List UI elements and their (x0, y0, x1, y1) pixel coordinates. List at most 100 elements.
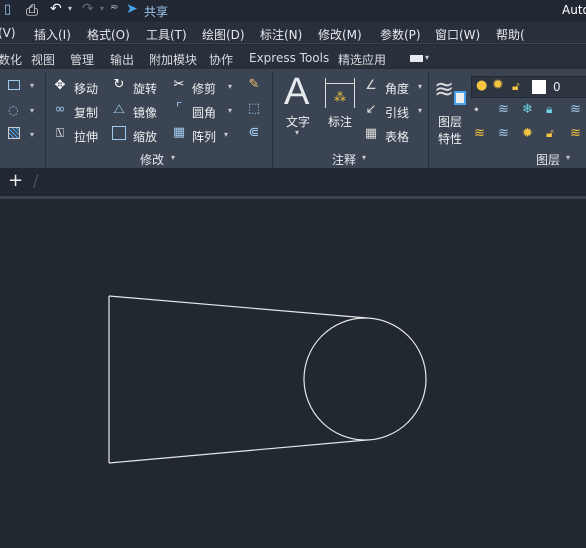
layer-on-icon[interactable]: ● (476, 78, 487, 93)
tab-manage[interactable]: 管理 (70, 51, 94, 68)
offset-icon[interactable]: ⋐ (246, 125, 262, 140)
open-icon[interactable]: ▯ (4, 2, 11, 17)
menu-format[interactable]: 格式(O) (87, 26, 130, 43)
menu-help[interactable]: 帮助( (496, 26, 525, 43)
dropdown-icon[interactable]: ▾ (30, 81, 34, 90)
menu-dimension[interactable]: 标注(N) (260, 26, 302, 43)
menu-parametric[interactable]: 参数(P) (380, 26, 421, 43)
dimension-button[interactable]: 标注 (328, 113, 352, 130)
minimize-ribbon-button[interactable] (410, 55, 423, 62)
trim-dropdown-icon[interactable]: ▾ (228, 82, 232, 91)
tab-view[interactable]: 视图 (31, 51, 55, 68)
trim-button[interactable]: 修剪 (192, 80, 216, 97)
share-button[interactable]: 共享 (144, 3, 168, 20)
tab-collaborate[interactable]: 协作 (209, 51, 233, 68)
menu-draw[interactable]: 绘图(D) (202, 26, 245, 43)
scale-icon[interactable] (112, 126, 126, 140)
layer-properties-button[interactable]: 图层 (438, 113, 462, 130)
layer-lock-icon[interactable]: 🔒︎ (546, 102, 552, 117)
angle-icon[interactable]: ∠ (363, 78, 379, 93)
layer-make-current-icon[interactable]: ≋ (570, 102, 581, 117)
layer-color-swatch[interactable] (532, 80, 546, 94)
drawing-canvas[interactable] (0, 199, 586, 548)
leader-button[interactable]: 引线 (385, 104, 409, 121)
hatch-icon[interactable] (8, 127, 20, 139)
trim-icon[interactable]: ✂ (171, 77, 187, 92)
tab-featured-apps[interactable]: 精选应用 (338, 51, 386, 68)
modify-group-label[interactable]: 修改 (140, 151, 164, 168)
customize-qat-icon[interactable]: ≂ (110, 2, 118, 13)
layer-isolate-icon[interactable]: ⬩ (474, 102, 479, 117)
annotation-group-dropdown-icon[interactable]: ▾ (362, 153, 366, 162)
rotate-icon[interactable]: ↻ (111, 77, 127, 92)
menu-modify[interactable]: 修改(M) (318, 26, 362, 43)
revcloud-icon[interactable]: ◌ (8, 103, 18, 117)
layer-thaw-icon[interactable]: ✹ (492, 77, 504, 93)
new-tab-button[interactable]: + (8, 170, 23, 191)
layer-dropdown[interactable]: ● ✹ 🔓︎ 0 (471, 76, 586, 98)
share-icon[interactable]: ➤ (126, 1, 138, 17)
angle-dropdown-icon[interactable]: ▾ (418, 82, 422, 91)
menu-tools[interactable]: 工具(T) (146, 26, 187, 43)
fillet-dropdown-icon[interactable]: ▾ (228, 106, 232, 115)
stretch-button[interactable]: 拉伸 (74, 128, 98, 145)
dropdown-icon[interactable]: ▾ (30, 106, 34, 115)
undo-icon[interactable]: ↶ (50, 1, 62, 17)
leader-icon[interactable]: ↙ (363, 102, 379, 117)
erase-icon[interactable]: ✎ (246, 77, 262, 92)
dropdown-icon[interactable]: ▾ (30, 130, 34, 139)
rotate-button[interactable]: 旋转 (133, 80, 157, 97)
mirror-button[interactable]: 镜像 (133, 104, 157, 121)
scale-button[interactable]: 缩放 (133, 128, 157, 145)
copy-icon[interactable]: ∞ (52, 102, 68, 117)
layer-unlock-all-icon[interactable]: 🔓︎ (546, 126, 554, 141)
redo-icon[interactable]: ↷ (82, 1, 94, 17)
layer-properties-button-line2[interactable]: 特性 (438, 130, 462, 147)
layer-unlock-icon[interactable]: 🔓︎ (512, 79, 520, 94)
table-icon[interactable]: ▦ (363, 126, 379, 141)
text-dropdown-icon[interactable]: ▾ (295, 128, 299, 137)
array-dropdown-icon[interactable]: ▾ (224, 130, 228, 139)
array-button[interactable]: 阵列 (192, 128, 216, 145)
lower-tangent-line[interactable] (108, 439, 368, 464)
tab-express-tools[interactable]: Express Tools (249, 51, 329, 65)
move-icon[interactable]: ✥ (52, 78, 68, 93)
layer-previous-icon[interactable]: ≋ (498, 126, 509, 141)
layer-thaw-all-icon[interactable]: ✹ (522, 126, 533, 141)
upper-tangent-line[interactable] (108, 295, 368, 319)
copy-button[interactable]: 复制 (74, 104, 98, 121)
ribbon-dropdown-icon[interactable]: ▾ (425, 53, 429, 62)
modify-group-dropdown-icon[interactable]: ▾ (171, 153, 175, 162)
layer-match-icon[interactable]: ≋ (498, 102, 509, 117)
print-icon[interactable]: ⎙ (26, 1, 38, 19)
stretch-icon[interactable]: ⍂ (52, 126, 68, 141)
rectangle-icon[interactable] (8, 80, 20, 90)
annotation-group-label[interactable]: 注释 (332, 151, 356, 168)
redo-dropdown-icon[interactable]: ▾ (100, 4, 104, 13)
text-icon[interactable]: A (284, 71, 309, 114)
tab-parametric[interactable]: 数化 (0, 51, 22, 68)
circle[interactable] (303, 317, 427, 441)
menu-insert[interactable]: 插入(I) (34, 26, 71, 43)
table-button[interactable]: 表格 (385, 128, 409, 145)
leader-dropdown-icon[interactable]: ▾ (418, 106, 422, 115)
layer-properties-icon[interactable]: ≋ (434, 75, 454, 103)
ribbon: ◌ ▾ ▾ ▾ ✥ 移动 ↻ 旋转 ✂ 修剪 ▾ ✎ ∞ 复制 ⧍ 镜像 ⌜ 圆… (0, 69, 586, 168)
fillet-button[interactable]: 圆角 (192, 104, 216, 121)
layer-unisolate-icon[interactable]: ≋ (474, 126, 485, 141)
layer-freeze-icon[interactable]: ❄ (522, 102, 533, 117)
fillet-icon[interactable]: ⌜ (171, 101, 187, 116)
move-button[interactable]: 移动 (74, 80, 98, 97)
tab-output[interactable]: 输出 (110, 51, 134, 68)
layers-group-label[interactable]: 图层 (536, 151, 560, 168)
layers-group-dropdown-icon[interactable]: ▾ (566, 153, 570, 162)
layer-walk-icon[interactable]: ≋ (570, 126, 581, 141)
explode-icon[interactable]: ⬚ (246, 101, 262, 116)
tab-addins[interactable]: 附加模块 (149, 51, 197, 68)
menu-window[interactable]: 窗口(W) (435, 26, 480, 43)
menu-view[interactable]: (V) (0, 26, 16, 40)
mirror-icon[interactable]: ⧍ (111, 102, 127, 117)
undo-dropdown-icon[interactable]: ▾ (68, 4, 72, 13)
angle-button[interactable]: 角度 (385, 80, 409, 97)
array-icon[interactable]: ▦ (171, 125, 187, 140)
